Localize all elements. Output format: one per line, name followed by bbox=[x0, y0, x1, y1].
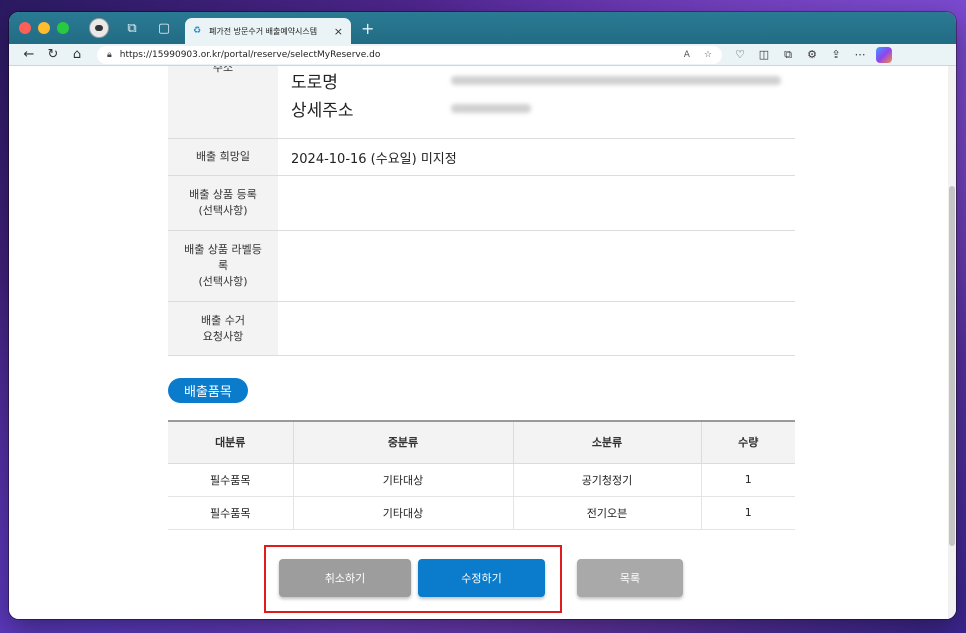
table-row: 필수품목 기타대상 공기청정기 1 bbox=[168, 463, 795, 497]
list-button[interactable]: 목록 bbox=[577, 559, 683, 597]
url-field[interactable]: 🔒︎ https://15990903.or.kr/portal/reserve… bbox=[97, 45, 722, 64]
cell-quantity: 1 bbox=[701, 463, 795, 497]
request-header: 배출 수거 요청사항 bbox=[168, 302, 278, 355]
minimize-window-button[interactable] bbox=[38, 22, 50, 34]
cell-mid: 기타대상 bbox=[293, 496, 514, 530]
product-row: 배출 상품 등록 (선택사항) bbox=[168, 176, 795, 231]
site-info-icon[interactable]: 🔒︎ bbox=[107, 50, 112, 60]
profile-avatar-icon[interactable] bbox=[89, 18, 109, 38]
cell-major: 필수품목 bbox=[168, 463, 294, 497]
product-value bbox=[278, 176, 795, 230]
items-table: 대분류 중분류 소분류 수량 필수품목 기타대상 공기청정기 1 필수품목 기타… bbox=[168, 420, 795, 530]
col-quantity: 수량 bbox=[701, 420, 795, 464]
browser-window: ⧉ ▢ ♻ 폐가전 방문수거 배출예약시스템 × + ← ↻ ⌂ 🔒︎ http… bbox=[9, 12, 956, 619]
tab-close-icon[interactable]: × bbox=[334, 25, 343, 38]
favorite-star-icon[interactable]: ☆ bbox=[704, 50, 712, 60]
items-section-title: 배출품목 bbox=[168, 378, 248, 403]
refresh-icon[interactable]: ↻ bbox=[41, 47, 65, 62]
browser-essentials-icon[interactable]: ♡ bbox=[732, 48, 748, 61]
address-row: 주소 도로명 상세주소 bbox=[168, 66, 795, 139]
scrollbar-track[interactable] bbox=[948, 66, 956, 619]
split-screen-icon[interactable]: ◫ bbox=[756, 48, 772, 61]
toolbar-icons: ♡ ◫ ⧉ ⚙ ⇪ ⋯ bbox=[732, 46, 892, 63]
road-address-label: 도로명 bbox=[291, 72, 338, 93]
table-row: 필수품목 기타대상 전기오븐 1 bbox=[168, 496, 795, 530]
close-window-button[interactable] bbox=[19, 22, 31, 34]
site-favicon-icon: ♻ bbox=[193, 26, 202, 36]
read-aloud-icon[interactable]: A bbox=[684, 50, 690, 60]
home-icon[interactable]: ⌂ bbox=[65, 47, 89, 62]
label-row: 배출 상품 라벨등 록 (선택사항) bbox=[168, 231, 795, 302]
cell-quantity: 1 bbox=[701, 496, 795, 530]
address-bar: ← ↻ ⌂ 🔒︎ https://15990903.or.kr/portal/r… bbox=[9, 44, 956, 66]
collections-icon[interactable]: ⧉ bbox=[780, 48, 796, 62]
cell-sub: 공기청정기 bbox=[513, 463, 702, 497]
annotation-highlight-box bbox=[264, 545, 562, 613]
address-header: 주소 bbox=[168, 66, 278, 138]
request-row: 배출 수거 요청사항 bbox=[168, 302, 795, 356]
workspaces-icon[interactable]: ⧉ bbox=[123, 19, 141, 37]
label-header: 배출 상품 라벨등 록 (선택사항) bbox=[168, 231, 278, 301]
page-content: 주소 도로명 상세주소 배출 희망일 2024-10-16 (수요일) 미지정 bbox=[9, 66, 956, 619]
date-header: 배출 희망일 bbox=[168, 139, 278, 175]
detail-address-label: 상세주소 bbox=[291, 100, 354, 121]
date-value: 2024-10-16 (수요일) 미지정 bbox=[291, 151, 457, 167]
url-text: https://15990903.or.kr/portal/reserve/se… bbox=[119, 49, 381, 60]
tab-title: 폐가전 방문수거 배출예약시스템 bbox=[209, 26, 318, 36]
request-value bbox=[278, 302, 795, 355]
new-tab-button[interactable]: + bbox=[361, 19, 374, 38]
col-mid-category: 중분류 bbox=[293, 420, 514, 464]
date-row: 배출 희망일 2024-10-16 (수요일) 미지정 bbox=[168, 139, 795, 176]
cell-major: 필수품목 bbox=[168, 496, 294, 530]
tab-bar: ⧉ ▢ ♻ 폐가전 방문수거 배출예약시스템 × + bbox=[9, 12, 956, 44]
copilot-icon[interactable] bbox=[876, 46, 892, 63]
col-major-category: 대분류 bbox=[168, 420, 294, 464]
col-sub-category: 소분류 bbox=[513, 420, 702, 464]
road-address-redacted bbox=[451, 75, 781, 85]
product-header: 배출 상품 등록 (선택사항) bbox=[168, 176, 278, 230]
share-icon[interactable]: ⇪ bbox=[828, 48, 844, 61]
label-value bbox=[278, 231, 795, 301]
items-header-row: 대분류 중분류 소분류 수량 bbox=[168, 420, 795, 464]
detail-address-redacted bbox=[451, 103, 531, 113]
reserve-info-table: 주소 도로명 상세주소 배출 희망일 2024-10-16 (수요일) 미지정 bbox=[168, 66, 795, 356]
cell-mid: 기타대상 bbox=[293, 463, 514, 497]
scrollbar-thumb[interactable] bbox=[949, 186, 955, 546]
window-controls bbox=[19, 22, 69, 34]
tab-actions-icon[interactable]: ▢ bbox=[155, 19, 173, 37]
tab-active[interactable]: ♻ 폐가전 방문수거 배출예약시스템 × bbox=[185, 18, 351, 44]
maximize-window-button[interactable] bbox=[57, 22, 69, 34]
more-menu-icon[interactable]: ⋯ bbox=[852, 48, 868, 61]
cell-sub: 전기오븐 bbox=[513, 496, 702, 530]
extensions-icon[interactable]: ⚙ bbox=[804, 48, 820, 61]
back-icon[interactable]: ← bbox=[17, 47, 41, 62]
